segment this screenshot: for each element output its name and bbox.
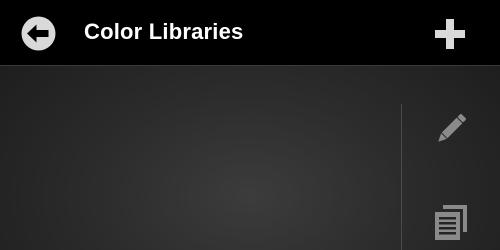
back-arrow-circle-icon — [21, 16, 56, 51]
add-library-button[interactable] — [434, 18, 466, 50]
back-button[interactable] — [20, 15, 57, 52]
top-bar: Color Libraries — [0, 0, 500, 66]
page-title: Color Libraries — [84, 19, 244, 44]
content-area — [0, 66, 500, 250]
edit-button[interactable] — [432, 110, 470, 148]
library-list — [0, 66, 400, 250]
pencil-icon — [438, 114, 466, 142]
duplicate-button[interactable] — [432, 203, 470, 241]
plus-icon — [435, 19, 465, 49]
side-toolbar — [402, 66, 500, 250]
color-libraries-screen: Color Libraries — [0, 0, 500, 250]
copy-document-icon — [435, 205, 467, 240]
